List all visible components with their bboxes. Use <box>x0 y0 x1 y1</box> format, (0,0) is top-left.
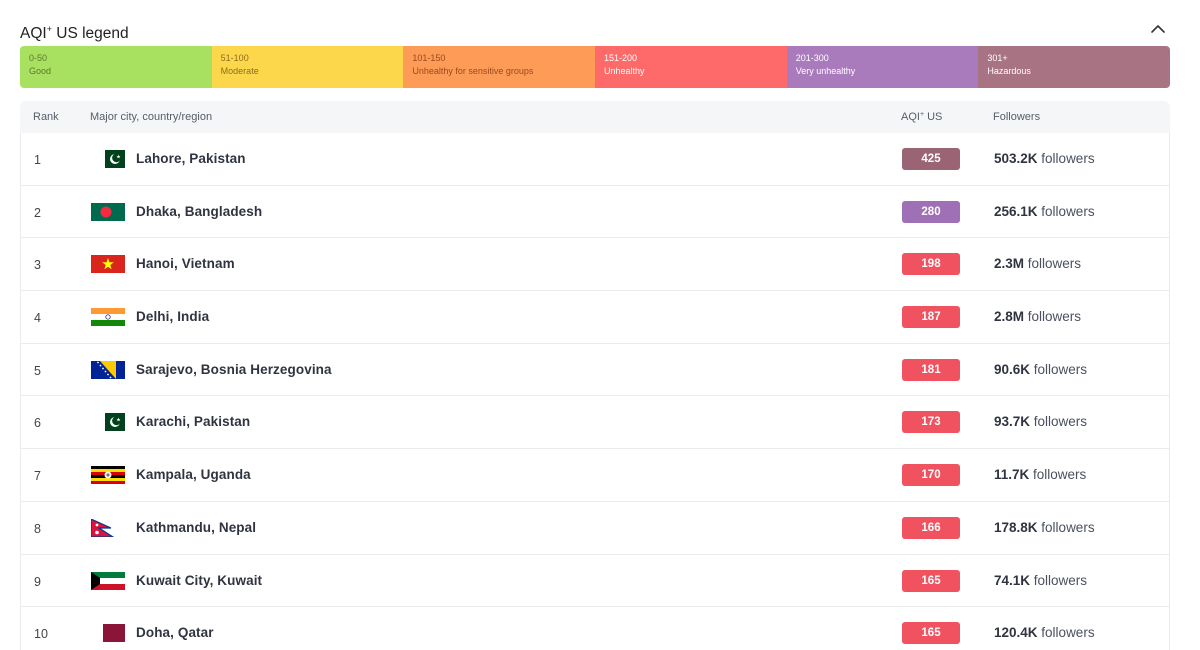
followers-count: 11.7K followers <box>994 467 1087 483</box>
aqi-badge: 425 <box>902 148 960 170</box>
legend-label: Very unhealthy <box>795 66 856 76</box>
city-name-link[interactable]: Delhi, India <box>136 309 209 324</box>
followers-count: 90.6K followers <box>994 361 1088 377</box>
followers-count: 120.4K followers <box>994 625 1095 641</box>
table-row[interactable]: 7 Kampala, Uganda 170 11.7K followers <box>20 449 1170 502</box>
legend-range: 0-50 <box>29 53 48 63</box>
city-name-link[interactable]: Kampala, Uganda <box>136 467 251 482</box>
aqi-badge: 181 <box>902 358 960 381</box>
followers-count: 2.8M followers <box>994 309 1082 325</box>
legend-range: 101-150 <box>412 53 446 63</box>
rank-number: 5 <box>34 363 41 378</box>
followers-count: 93.7K followers <box>994 414 1088 430</box>
table-row[interactable]: 8 Kathmandu, Nepal 166 178.8K followers <box>20 501 1170 555</box>
aqi-badge: 166 <box>902 516 960 539</box>
aqi-badge: 187 <box>902 306 960 329</box>
rank-number: 3 <box>34 258 41 273</box>
rank-number: 2 <box>34 205 41 220</box>
aqi-badge: 170 <box>902 464 960 487</box>
followers-count: 503.2K followers <box>994 151 1095 166</box>
city-name-link[interactable]: Doha, Qatar <box>136 625 214 640</box>
aqi-badge: 165 <box>902 569 960 592</box>
followers-count: 178.8K followers <box>994 519 1095 535</box>
legend-range: 301+ <box>987 53 1008 63</box>
header-city: Major city, country/region <box>90 111 213 123</box>
rank-number: 4 <box>34 311 41 326</box>
aqi-badge: 280 <box>902 200 960 223</box>
legend-range: 151-200 <box>604 53 638 63</box>
rank-number: 10 <box>34 627 48 642</box>
aqi-badge: 173 <box>902 411 960 434</box>
followers-count: 2.3M followers <box>994 256 1082 272</box>
india-flag-icon <box>91 308 125 327</box>
city-name-link[interactable]: Kathmandu, Nepal <box>136 520 256 535</box>
city-name-link[interactable]: Lahore, Pakistan <box>136 151 246 166</box>
header-aqi: AQI+ US <box>901 111 943 123</box>
legend-segment: 51-100 Moderate <box>211 46 404 88</box>
city-name-link[interactable]: Karachi, Pakistan <box>136 414 250 429</box>
rank-number: 1 <box>34 153 41 167</box>
table-row[interactable]: 6 Karachi, Pakistan 173 93.7K followers <box>20 396 1170 450</box>
city-name-link[interactable]: Hanoi, Vietnam <box>136 256 235 271</box>
rank-number: 9 <box>34 574 41 589</box>
rank-number: 6 <box>34 416 41 431</box>
table-row[interactable]: 10 Doha, Qatar 165 120.4K followers <box>20 607 1170 650</box>
city-ranking-table: Rank Major city, country/region AQI+ US … <box>20 101 1170 650</box>
city-name-link[interactable]: Sarajevo, Bosnia Herzegovina <box>136 362 332 377</box>
qatar-flag-icon <box>91 624 125 643</box>
table-row[interactable]: 9 Kuwait City, Kuwait 165 74.1K followers <box>20 554 1170 608</box>
legend-label: Moderate <box>220 66 259 76</box>
pakistan-flag-icon <box>91 413 125 432</box>
table-row[interactable]: 4 Delhi, India 187 2.8M followers <box>20 291 1170 344</box>
legend-label: Good <box>29 66 52 76</box>
city-name-link[interactable]: Dhaka, Bangladesh <box>136 204 262 219</box>
followers-count: 256.1K followers <box>994 203 1095 219</box>
table-body: 1 Lahore, Pakistan 425 503.2K followers 2 Dha… <box>20 133 1170 650</box>
table-row[interactable]: 2 Dhaka, Bangladesh 280 256.1K followers <box>20 185 1170 239</box>
followers-count: 74.1K followers <box>994 572 1088 588</box>
legend-label: Unhealthy for sensitive groups <box>412 66 534 76</box>
legend-title: AQI+ US legend <box>20 24 129 42</box>
city-name-link[interactable]: Kuwait City, Kuwait <box>136 573 262 588</box>
aqi-legend-bar: 0-50 Good 51-100 Moderate 101-150 Unhealthy f… <box>20 46 1170 88</box>
uganda-flag-icon <box>91 466 125 485</box>
nepal-flag-icon <box>91 518 125 537</box>
legend-segment: 201-300 Very unhealthy <box>786 46 979 88</box>
bosnia-flag-icon <box>91 360 125 379</box>
legend-range: 201-300 <box>795 53 829 63</box>
table-header: Rank Major city, country/region AQI+ US … <box>20 101 1170 133</box>
legend-range: 51-100 <box>220 53 249 63</box>
legend-segment: 0-50 Good <box>20 46 212 88</box>
header-followers: Followers <box>993 111 1041 123</box>
legend-label: Hazardous <box>987 66 1031 76</box>
legend-segment: 101-150 Unhealthy for sensitive groups <box>403 46 596 88</box>
legend-label: Unhealthy <box>604 66 645 76</box>
rank-number: 8 <box>34 521 41 536</box>
pakistan-flag-icon <box>91 150 125 168</box>
legend-segment: 301+ Hazardous <box>978 46 1170 88</box>
bangladesh-flag-icon <box>91 202 125 221</box>
legend-segment: 151-200 Unhealthy <box>595 46 787 88</box>
table-row[interactable]: 3 Hanoi, Vietnam 198 2.3M followers <box>20 238 1170 292</box>
aqi-badge: 165 <box>902 622 960 645</box>
vietnam-flag-icon <box>91 255 125 274</box>
header-rank: Rank <box>33 111 59 123</box>
table-row[interactable]: 5 Sarajevo, Bosnia Herzegovina 181 90.6K fo… <box>20 343 1170 397</box>
collapse-chevron-up-icon[interactable] <box>1148 20 1168 38</box>
aqi-badge: 198 <box>902 253 960 276</box>
rank-number: 7 <box>34 469 41 484</box>
table-row[interactable]: 1 Lahore, Pakistan 425 503.2K followers <box>20 133 1170 186</box>
legend-header: AQI+ US legend <box>20 18 1170 42</box>
kuwait-flag-icon <box>91 571 125 590</box>
